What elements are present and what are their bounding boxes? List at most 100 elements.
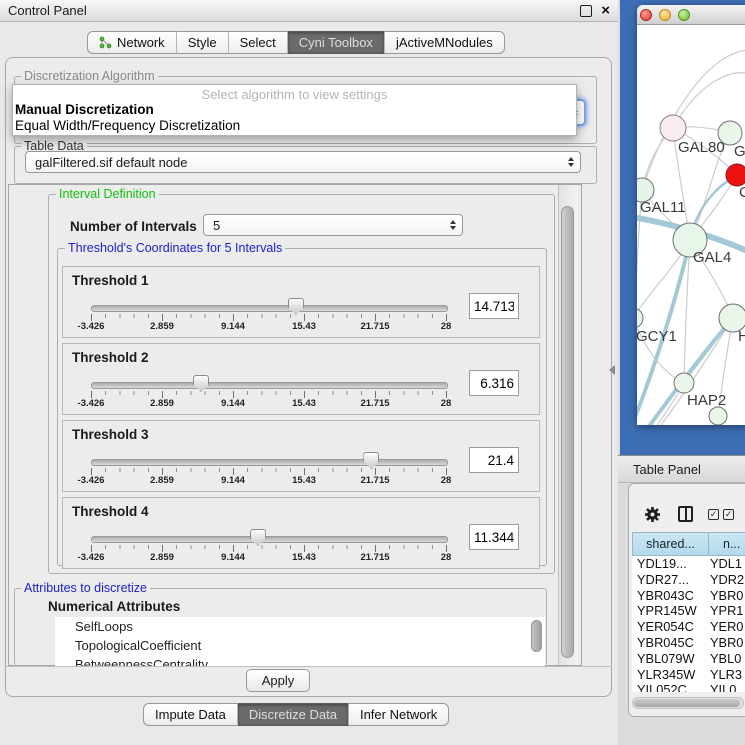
tick-label: 2.859 (132, 552, 192, 563)
apply-button[interactable]: Apply (246, 669, 310, 692)
column-header-name[interactable]: n... (709, 532, 745, 556)
network-node-hap2[interactable] (674, 373, 694, 393)
table-panel-title: Table Panel (633, 462, 701, 477)
network-node-gcy1[interactable] (637, 308, 643, 328)
threshold-label: Threshold 3 (72, 427, 149, 442)
combo-stepper-icon[interactable] (450, 220, 456, 230)
minimize-traffic-light-icon[interactable] (659, 9, 671, 21)
table-row[interactable]: YIL052CYIL0 (632, 682, 745, 692)
cell-name: YIL0 (707, 682, 745, 692)
node-label: HAP2 (687, 392, 726, 409)
table-data-combobox[interactable]: galFiltered.sif default node (25, 151, 581, 173)
tab-select[interactable]: Select (229, 31, 288, 54)
node-label: C (739, 184, 745, 201)
num-intervals-label: Number of Intervals (70, 219, 197, 234)
tab-label: Select (240, 35, 276, 50)
tab-jactivemnodules[interactable]: jActiveMNodules (385, 31, 505, 54)
slider-thumb[interactable] (193, 375, 209, 392)
tab-cyni-toolbox[interactable]: Cyni Toolbox (288, 31, 385, 54)
node-label: GAL11 (640, 199, 686, 216)
table-row[interactable]: YBR045CYBR0 (632, 635, 745, 651)
thresholds-group-label: Threshold's Coordinates for 5 Intervals (65, 241, 285, 255)
numerical-attributes-list[interactable]: SelfLoopsTopologicalCoefficientBetweenne… (55, 617, 545, 666)
tick-label: 15.43 (274, 321, 334, 332)
attribute-list-item[interactable]: TopologicalCoefficient (55, 636, 545, 655)
table-rows[interactable]: YDL19...YDL1YDR27...YDR2YBR043CYBR0YPR14… (632, 556, 745, 692)
cell-name: YBR0 (707, 588, 745, 604)
tab-label: Impute Data (155, 707, 226, 722)
control-panel-titlebar: Control Panel × (0, 0, 618, 22)
threshold-value-field[interactable] (469, 447, 519, 473)
node-label: GAL80 (678, 139, 725, 156)
network-node-c[interactable] (726, 164, 745, 186)
table-row[interactable]: YDR27...YDR2 (632, 572, 745, 588)
slider-track[interactable] (91, 305, 448, 312)
threshold-panel: Threshold 1 -3.4262.8599.14415.4321.7152… (62, 266, 540, 338)
tick-label: 9.144 (203, 475, 263, 486)
horizontal-scrollbar-thumb[interactable] (634, 699, 740, 707)
table-row[interactable]: YBL079WYBL0 (632, 651, 745, 667)
network-nodes[interactable] (637, 115, 745, 425)
checkbox-icon[interactable]: ✓ (708, 509, 719, 520)
slider-track[interactable] (91, 382, 448, 389)
dropdown-option-equal-width[interactable]: Equal Width/Frequency Discretization (15, 118, 240, 133)
close-icon[interactable]: × (601, 6, 610, 16)
column-header-shared-name[interactable]: shared... (632, 532, 709, 556)
threshold-panel: Threshold 2 -3.4262.8599.14415.4321.7152… (62, 343, 540, 415)
slider-tick-labels: -3.4262.8599.14415.4321.71528 (91, 475, 447, 487)
table-panel-titlebar: Table Panel (618, 455, 745, 483)
screen: Control Panel × Network Style Select Cyni T… (0, 0, 745, 745)
slider-thumb[interactable] (363, 452, 379, 469)
threshold-value-field[interactable] (469, 370, 519, 396)
cell-name: YPR1 (707, 603, 745, 619)
tab-discretize-data[interactable]: Discretize Data (238, 703, 349, 726)
table-row[interactable]: YER054CYER0 (632, 619, 745, 635)
slider-track[interactable] (91, 536, 448, 543)
slider-tick-labels: -3.4262.8599.14415.4321.71528 (91, 321, 447, 333)
checkbox-icon[interactable]: ✓ (723, 509, 734, 520)
close-traffic-light-icon[interactable] (640, 9, 652, 21)
network-node[interactable] (709, 407, 727, 425)
slider-track[interactable] (91, 459, 448, 466)
network-canvas[interactable]: GAL80GCGAL11GAL4GCY1HHAP2 (637, 25, 745, 425)
table-row[interactable]: YDL19...YDL1 (632, 556, 745, 572)
columns-icon[interactable] (678, 506, 693, 522)
slider-tick-labels: -3.4262.8599.14415.4321.71528 (91, 398, 447, 410)
attribute-list-item[interactable]: BetweennessCentrality (55, 655, 545, 666)
tab-impute-data[interactable]: Impute Data (143, 703, 238, 726)
slider-thumb[interactable] (250, 529, 266, 546)
tick-label: 15.43 (274, 398, 334, 409)
tab-network[interactable]: Network (87, 31, 177, 54)
bottom-tabs: Impute Data Discretize DataInfer Network (143, 703, 449, 726)
slider-thumb[interactable] (288, 298, 304, 315)
network-window: GAL80GCGAL11GAL4GCY1HHAP2 (637, 5, 745, 425)
table-row[interactable]: YPR145WYPR1 (632, 603, 745, 619)
network-window-titlebar (637, 5, 745, 25)
list-scrollbar-thumb[interactable] (531, 620, 542, 652)
vertical-scrollbar-thumb[interactable] (561, 206, 574, 658)
float-window-icon[interactable] (580, 5, 592, 17)
attribute-list-item[interactable]: SelfLoops (55, 617, 545, 636)
gear-icon[interactable] (644, 506, 661, 523)
tab-style[interactable]: Style (177, 31, 229, 54)
combo-stepper-icon[interactable] (568, 157, 574, 167)
top-tabs: Network Style Select Cyni ToolboxjActiveMNo… (87, 31, 505, 54)
tab-label: Style (188, 35, 217, 50)
tick-label: 28 (416, 552, 476, 563)
network-node-gal80[interactable] (660, 115, 686, 141)
zoom-traffic-light-icon[interactable] (678, 9, 690, 21)
table-row[interactable]: YLR345WYLR3 (632, 667, 745, 683)
table-row[interactable]: YBR043CYBR0 (632, 588, 745, 604)
slider-tick-labels: -3.4262.8599.14415.4321.71528 (91, 552, 447, 564)
dropdown-option-manual[interactable]: Manual Discretization (15, 102, 154, 117)
threshold-value-field[interactable] (469, 524, 519, 550)
threshold-panel: Threshold 3 -3.4262.8599.14415.4321.7152… (62, 420, 540, 492)
table-header: shared... n... (632, 532, 745, 556)
splitter-collapse-icon[interactable] (609, 365, 615, 375)
num-intervals-combobox[interactable]: 5 (203, 214, 463, 236)
threshold-panel: Threshold 4 -3.4262.8599.14415.4321.7152… (62, 497, 540, 569)
cell-name: YBL0 (707, 651, 745, 667)
cell-shared-name: YBR043C (632, 588, 707, 604)
tab-infer-network[interactable]: Infer Network (349, 703, 449, 726)
threshold-value-field[interactable] (469, 293, 519, 319)
